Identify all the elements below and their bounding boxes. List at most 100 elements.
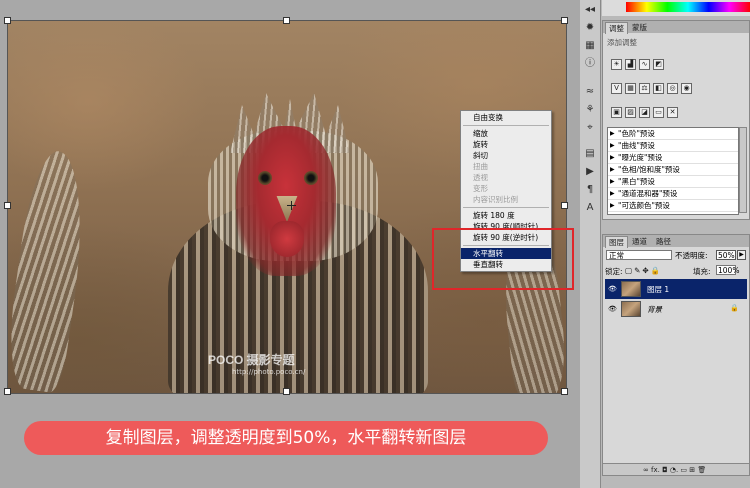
menu-item[interactable]: 自由变换 (461, 112, 551, 123)
layer-name: 背景 (647, 305, 662, 314)
preset-item[interactable]: "黑白"预设 (608, 176, 738, 188)
posterize-icon[interactable]: ▨ (625, 107, 636, 118)
rooster-eye-right (304, 171, 318, 185)
hue-saturation-icon[interactable]: ▦ (625, 83, 636, 94)
menu-item: 内容识别比例 (473, 195, 518, 204)
menu-item: 变形 (473, 184, 488, 193)
menu-item[interactable]: 旋转 180 度 (461, 210, 551, 221)
watermark: POCO 摄影专题 http://photo.poco.cn/ (208, 351, 305, 376)
character-panel-icon[interactable]: A (583, 202, 597, 214)
visibility-eye-icon[interactable]: 👁 (608, 305, 617, 313)
visibility-eye-icon[interactable]: 👁 (608, 285, 617, 293)
transform-handle-top-right[interactable] (561, 17, 568, 24)
adjustments-tabs: 调整 蒙版 (603, 21, 749, 34)
opacity-slider-arrow-icon[interactable]: ▶ (737, 250, 746, 260)
rooster-wattle (270, 221, 304, 257)
black-white-icon[interactable]: ◧ (653, 83, 664, 94)
rooster-eye-left (258, 171, 272, 185)
left-feathers (8, 147, 95, 393)
transform-center-point[interactable] (287, 201, 296, 210)
tab-adjustments[interactable]: 调整 (605, 22, 628, 34)
right-panel-dock: ◂◂ ✹ ▦ ⓘ ≈ ⚘ ⌖ ▤ ▶ ¶ A 调整 蒙版 添加调整 ☀ ▟ ∿ … (580, 0, 750, 488)
preset-item[interactable]: "可选颜色"预设 (608, 200, 738, 212)
tab-masks[interactable]: 蒙版 (629, 22, 650, 33)
layer-row-background[interactable]: 👁 背景 🔒 (605, 299, 747, 319)
photo-filter-icon[interactable]: ◎ (667, 83, 678, 94)
clone-source-icon[interactable]: ⚘ (583, 104, 597, 116)
lock-label: 锁定: (605, 267, 623, 276)
color-balance-icon[interactable]: ⚖ (639, 83, 650, 94)
color-bar (602, 0, 750, 16)
threshold-icon[interactable]: ◪ (639, 107, 650, 118)
menu-separator (463, 125, 549, 126)
watermark-url: http://photo.poco.cn/ (232, 368, 306, 376)
menu-item[interactable]: 旋转 (461, 139, 551, 150)
fill-input[interactable]: 100% (716, 265, 739, 275)
transform-handle-bottom-right[interactable] (561, 388, 568, 395)
layer-row-1[interactable]: 👁 图层 1 (605, 279, 747, 299)
history-panel-icon[interactable]: ▤ (583, 148, 597, 160)
preset-item[interactable]: "色相/饱和度"预设 (608, 164, 738, 176)
collapse-arrow-icon[interactable]: ◂◂ (583, 4, 597, 16)
brightness-icon[interactable]: ☀ (611, 59, 622, 70)
opacity-input[interactable]: 50% (716, 250, 736, 260)
panel-icon-strip: ◂◂ ✹ ▦ ⓘ ≈ ⚘ ⌖ ▤ ▶ ¶ A (580, 0, 601, 488)
transform-handle-mid-left[interactable] (4, 202, 11, 209)
document-workspace: POCO 摄影专题 http://photo.poco.cn/ 自由变换 缩放 旋转… (0, 0, 580, 488)
lock-icon: 🔒 (730, 304, 739, 312)
invert-icon[interactable]: ▣ (611, 107, 622, 118)
preset-item[interactable]: "曲线"预设 (608, 140, 738, 152)
highlight-box-flip (432, 228, 574, 290)
color-panel-icon[interactable]: ✹ (583, 22, 597, 34)
color-spectrum[interactable] (626, 2, 750, 12)
layer-thumbnail (621, 281, 641, 297)
presets-scrollbar[interactable] (739, 127, 747, 213)
selective-color-icon[interactable]: ✕ (667, 107, 678, 118)
watermark-brand: POCO 摄影专题 (208, 353, 295, 367)
fill-label: 填充: (693, 267, 711, 276)
transform-handle-mid-right[interactable] (561, 202, 568, 209)
tool-presets-icon[interactable]: ⌖ (583, 122, 597, 134)
layers-tabs: 图层 通道 路径 (603, 235, 749, 248)
channel-mixer-icon[interactable]: ◉ (681, 83, 692, 94)
menu-item[interactable]: 缩放 (461, 128, 551, 139)
opacity-label: 不透明度: (675, 251, 708, 260)
adjustment-icons-row-1: ☀ ▟ ∿ ◩ (611, 59, 664, 70)
layer-name: 图层 1 (647, 285, 670, 294)
lock-icons[interactable]: ▢✎✥🔒 (625, 266, 662, 275)
transform-handle-top-center[interactable] (283, 17, 290, 24)
adjustments-panel: 调整 蒙版 添加调整 ☀ ▟ ∿ ◩ V ▦ ⚖ ◧ ◎ ◉ ▣ ▨ ◪ ▭ ✕… (602, 20, 750, 220)
menu-item[interactable]: 斜切 (461, 150, 551, 161)
preset-item[interactable]: "曝光度"预设 (608, 152, 738, 164)
layers-panel: 图层 通道 路径 正常 不透明度: 50% ▶ 锁定: ▢✎✥🔒 填充: 100… (602, 234, 750, 476)
layers-footer-toolbar[interactable]: ∞ fx. ◘ ◔. ▭ ⊞ 🗑 (603, 463, 749, 475)
blend-mode-select[interactable]: 正常 (606, 250, 672, 260)
adjustments-hint: 添加调整 (607, 38, 637, 47)
tab-channels[interactable]: 通道 (629, 236, 650, 247)
menu-separator (463, 207, 549, 208)
tutorial-caption: 复制图层，调整透明度到50%，水平翻转新图层 (24, 421, 548, 455)
tab-layers[interactable]: 图层 (605, 236, 628, 248)
swatches-panel-icon[interactable]: ▦ (583, 40, 597, 52)
exposure-icon[interactable]: ◩ (653, 59, 664, 70)
vibrance-icon[interactable]: V (611, 83, 622, 94)
preset-item[interactable]: "通道混和器"预设 (608, 188, 738, 200)
menu-item: 扭曲 (473, 162, 488, 171)
tab-paths[interactable]: 路径 (653, 236, 674, 247)
adjustment-presets-list: "色阶"预设 "曲线"预设 "曝光度"预设 "色相/饱和度"预设 "黑白"预设 … (607, 127, 739, 215)
preset-item[interactable]: "色阶"预设 (608, 128, 738, 140)
layer-thumbnail (621, 301, 641, 317)
transform-handle-bottom-center[interactable] (283, 388, 290, 395)
gradient-map-icon[interactable]: ▭ (653, 107, 664, 118)
curves-icon[interactable]: ∿ (639, 59, 650, 70)
levels-icon[interactable]: ▟ (625, 59, 636, 70)
adjustment-icons-row-3: ▣ ▨ ◪ ▭ ✕ (611, 107, 678, 118)
info-panel-icon[interactable]: ⓘ (583, 58, 597, 70)
actions-panel-icon[interactable]: ▶ (583, 166, 597, 178)
paragraph-panel-icon[interactable]: ¶ (583, 184, 597, 196)
transform-handle-bottom-left[interactable] (4, 388, 11, 395)
brush-panel-icon[interactable]: ≈ (583, 86, 597, 98)
transform-handle-top-left[interactable] (4, 17, 11, 24)
menu-item: 透视 (473, 173, 488, 182)
adjustment-icons-row-2: V ▦ ⚖ ◧ ◎ ◉ (611, 83, 692, 94)
